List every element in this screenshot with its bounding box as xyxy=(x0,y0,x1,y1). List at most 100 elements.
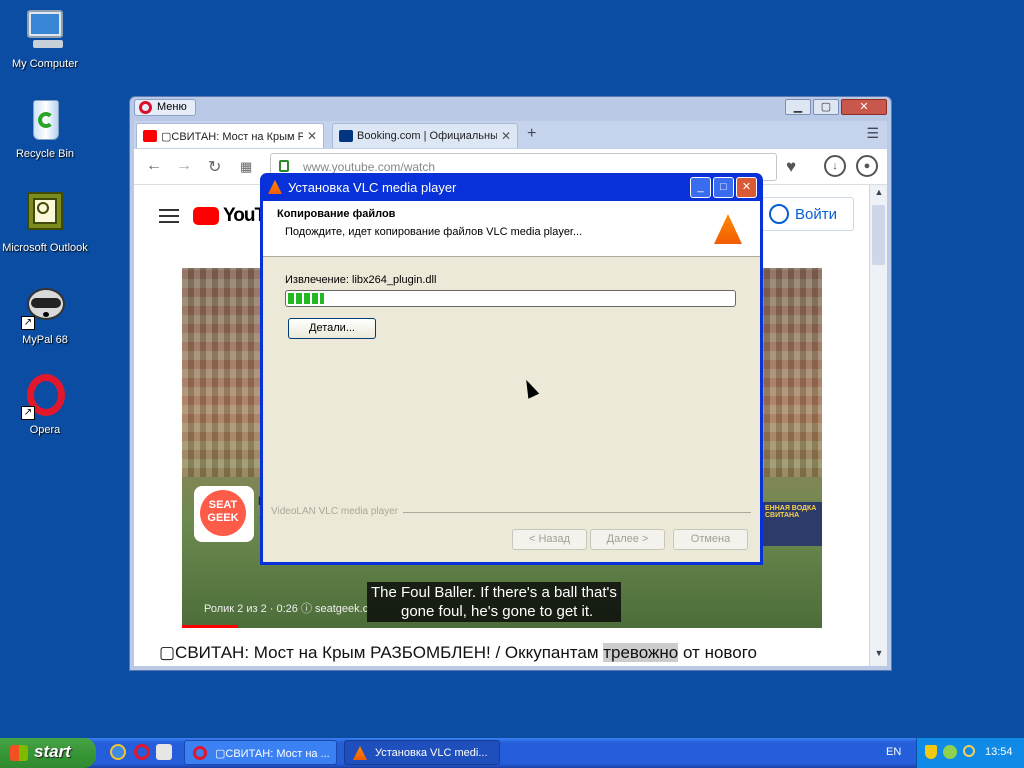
minimize-button[interactable]: _ xyxy=(690,177,711,198)
next-button[interactable]: Далее > xyxy=(590,529,665,550)
thumbnail-overlay[interactable]: ЕННАЯ ВОДКА СВИТАНА xyxy=(762,502,822,546)
video-title: ▢СВИТАН: Мост на Крым РАЗБОМБЛЕН! / Окку… xyxy=(159,643,757,663)
hamburger-menu-icon[interactable] xyxy=(159,209,179,223)
ie-quicklaunch-icon[interactable] xyxy=(110,744,126,760)
youtube-play-icon xyxy=(193,207,219,225)
security-shield-icon[interactable] xyxy=(925,745,937,759)
desktop-icon-outlook[interactable]: Microsoft Outlook xyxy=(0,190,90,254)
vlc-title: Установка VLC media player xyxy=(288,180,457,195)
progress-fill xyxy=(288,293,324,304)
vlc-installer-dialog: Установка VLC media player _ □ ✕ Копиров… xyxy=(260,173,763,565)
opera-quicklaunch-icon[interactable] xyxy=(134,744,150,760)
system-tray: 13:54 xyxy=(916,738,1024,768)
opera-logo-icon xyxy=(139,101,152,114)
outlook-icon xyxy=(21,190,69,238)
video-position: Ролик 2 из 2 · 0:26 xyxy=(204,603,298,615)
bookmark-heart-icon[interactable]: ♥ xyxy=(786,157,796,177)
task-label: ▢СВИТАН: Мост на ... xyxy=(215,748,330,760)
desktop-icon-my-computer[interactable]: My Computer xyxy=(0,6,90,70)
tab-title: Booking.com | Официальны xyxy=(357,130,497,142)
vlc-header-title: Копирование файлов xyxy=(277,208,396,220)
opera-titlebar: Меню ▁ ▢ ✕ xyxy=(130,97,891,119)
vlc-brand-text: VideoLAN VLC media player xyxy=(271,506,404,517)
tab-close-icon[interactable]: ✕ xyxy=(501,129,511,143)
desktop-icon-label: Recycle Bin xyxy=(15,148,75,160)
computer-icon xyxy=(21,6,69,54)
maximize-button[interactable]: ▢ xyxy=(813,99,839,115)
task-opera[interactable]: ▢СВИТАН: Мост на ... xyxy=(184,740,337,765)
video-source[interactable]: seatgeek.c xyxy=(315,603,368,615)
tab-menu-icon[interactable]: ☰ xyxy=(866,125,879,142)
speed-dial-icon[interactable]: ▦ xyxy=(240,159,252,175)
youtube-favicon-icon xyxy=(143,130,157,142)
mypal-quicklaunch-icon[interactable] xyxy=(156,744,172,760)
caption-line: The Foul Baller. If there's a ball that'… xyxy=(371,584,617,601)
recycle-bin-icon xyxy=(21,96,69,144)
info-icon[interactable]: ⓘ xyxy=(301,603,315,615)
task-vlc-installer[interactable]: Установка VLC medi... xyxy=(344,740,500,765)
vertical-scrollbar[interactable]: ▲ ▼ xyxy=(869,185,887,666)
clock[interactable]: 13:54 xyxy=(985,746,1013,758)
cancel-button[interactable]: Отмена xyxy=(673,529,748,550)
details-button[interactable]: Детали... xyxy=(288,318,376,339)
tab-title: ▢СВИТАН: Мост на Крым РАЗ xyxy=(161,130,303,143)
maximize-button[interactable]: □ xyxy=(713,177,734,198)
start-label: start xyxy=(34,742,71,761)
download-icon[interactable]: ↓ xyxy=(824,155,846,177)
mypal-icon: ↗ xyxy=(21,282,69,330)
opera-menu-button[interactable]: Меню xyxy=(134,99,196,116)
minimize-button[interactable]: ▁ xyxy=(785,99,811,115)
scroll-thumb[interactable] xyxy=(872,205,885,265)
search-icon[interactable] xyxy=(963,745,975,757)
vlc-header: Копирование файлов Подождите, идет копир… xyxy=(263,201,760,257)
vlc-dialog-body: Копирование файлов Подождите, идет копир… xyxy=(263,201,760,562)
video-title-highlight: тревожно xyxy=(603,643,679,662)
vlc-titlebar: Установка VLC media player _ □ ✕ xyxy=(263,173,760,201)
scroll-up-icon[interactable]: ▲ xyxy=(870,187,888,203)
vlc-cone-icon xyxy=(268,180,282,194)
tab-youtube[interactable]: ▢СВИТАН: Мост на Крым РАЗ ✕ xyxy=(136,123,324,148)
login-button[interactable]: Войти xyxy=(762,197,854,231)
language-indicator[interactable]: EN xyxy=(886,746,901,758)
extract-label: Извлечение: libx264_plugin.dll xyxy=(285,274,437,286)
login-label: Войти xyxy=(795,205,837,223)
install-progress-bar xyxy=(285,290,736,307)
tab-booking[interactable]: Booking.com | Официальны ✕ xyxy=(332,123,518,148)
tab-close-icon[interactable]: ✕ xyxy=(307,129,317,143)
vlc-cone-icon xyxy=(353,746,367,760)
caption-line: gone foul, he's gone to get it. xyxy=(401,603,594,620)
desktop-icon-opera[interactable]: ↗ Opera xyxy=(0,372,90,436)
opera-menu-label: Меню xyxy=(157,101,187,113)
desktop-icon-label: Opera xyxy=(29,424,61,436)
desktop-icon-mypal[interactable]: ↗ MyPal 68 xyxy=(0,282,90,346)
tab-bar: ▢СВИТАН: Мост на Крым РАЗ ✕ Booking.com … xyxy=(134,121,887,149)
ad-card[interactable]: SEAT GEEK xyxy=(194,486,254,542)
close-button[interactable]: ✕ xyxy=(736,177,757,198)
seatgeek-logo: SEAT GEEK xyxy=(200,490,246,536)
account-icon[interactable]: ● xyxy=(856,155,878,177)
desktop-icon-recycle-bin[interactable]: Recycle Bin xyxy=(0,96,90,160)
task-label: Установка VLC medi... xyxy=(375,747,488,759)
reload-icon[interactable]: ↻ xyxy=(208,157,221,177)
shortcut-arrow-icon: ↗ xyxy=(21,406,35,420)
opera-icon xyxy=(193,746,207,760)
desktop-icon-label: MyPal 68 xyxy=(22,334,68,346)
forward-icon[interactable]: → xyxy=(176,157,192,175)
start-button[interactable]: start xyxy=(0,738,96,768)
address-text: www.youtube.com/watch xyxy=(303,160,436,174)
close-button[interactable]: ✕ xyxy=(841,99,887,115)
back-icon[interactable]: ← xyxy=(146,157,162,175)
lock-icon xyxy=(279,160,289,172)
video-title-text: ▢СВИТАН: Мост на Крым РАЗБОМБЛЕН! / Окку… xyxy=(159,643,604,662)
new-tab-icon[interactable]: + xyxy=(527,125,536,143)
scroll-down-icon[interactable]: ▼ xyxy=(870,648,888,664)
network-icon[interactable] xyxy=(943,745,957,759)
video-title-text-end: от нового xyxy=(678,643,757,662)
booking-favicon-icon xyxy=(339,130,353,142)
video-info: Ролик 2 из 2 · 0:26 ⓘ seatgeek.c xyxy=(204,600,368,616)
windows-flag-icon xyxy=(10,745,28,761)
back-button[interactable]: < Назад xyxy=(512,529,587,550)
desktop-icon-label: My Computer xyxy=(11,58,79,70)
opera-icon: ↗ xyxy=(21,372,69,420)
video-progress-bar[interactable] xyxy=(182,625,238,628)
